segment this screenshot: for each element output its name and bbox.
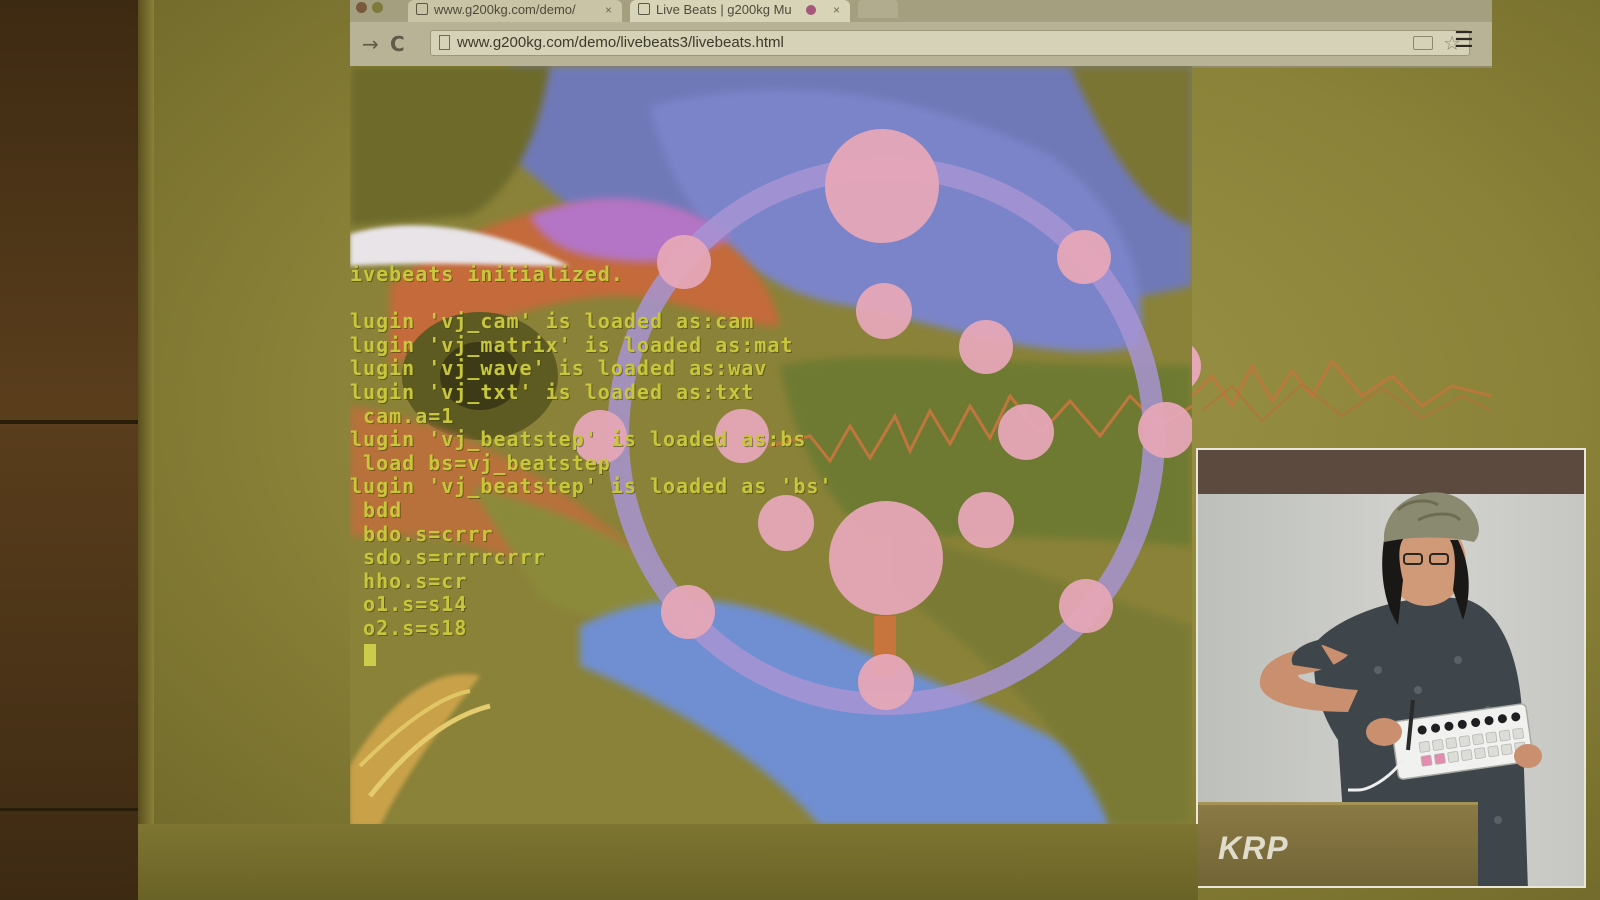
reload-icon[interactable]: C bbox=[390, 32, 405, 56]
tab-strip: www.g200kg.com/demo/ × Live Beats | g200… bbox=[350, 0, 1492, 22]
cast-icon[interactable] bbox=[1413, 36, 1433, 50]
controller-pad bbox=[1500, 743, 1513, 756]
speaker-camera-inset: KRP bbox=[1196, 448, 1586, 888]
screen-bottom bbox=[138, 824, 1198, 900]
console-line: lugin 'vj_matrix' is loaded as:mat bbox=[350, 332, 794, 357]
beat-circle bbox=[1138, 402, 1192, 458]
beat-circle bbox=[825, 129, 939, 243]
close-window-dot[interactable] bbox=[356, 2, 367, 13]
controller-pad bbox=[1418, 740, 1431, 753]
console-line: lugin 'vj_beatstep' is loaded as 'bs' bbox=[350, 474, 833, 499]
console-line: cam.a=1 bbox=[350, 403, 455, 428]
console-line: lugin 'vj_wave' is loaded as:wav bbox=[350, 356, 768, 381]
console-line: bdd bbox=[350, 498, 403, 522]
console-line: hho.s=cr bbox=[350, 568, 468, 593]
page-favicon-icon bbox=[416, 3, 428, 15]
controller-pad bbox=[1498, 729, 1511, 742]
console-line: bdo.s=crrr bbox=[350, 521, 494, 546]
controller-pad bbox=[1445, 737, 1458, 749]
console-cursor bbox=[364, 644, 376, 666]
page-icon bbox=[439, 35, 450, 50]
console-line: o2.s=s18 bbox=[350, 616, 468, 640]
tab-g200kg-demo[interactable]: www.g200kg.com/demo/ × bbox=[408, 0, 622, 22]
wall-seam-lower bbox=[0, 808, 140, 811]
tab-close-icon[interactable]: × bbox=[833, 0, 840, 20]
browser-window: www.g200kg.com/demo/ × Live Beats | g200… bbox=[350, 0, 1492, 68]
menu-icon[interactable]: ☰ bbox=[1454, 28, 1474, 53]
controller-pad bbox=[1512, 727, 1524, 740]
controller-pad bbox=[1458, 735, 1471, 748]
controller-pad bbox=[1472, 733, 1484, 746]
wall-scribble-visual bbox=[1192, 345, 1492, 423]
minimize-window-dot[interactable] bbox=[372, 2, 383, 13]
controller-pad bbox=[1420, 754, 1433, 767]
controller-pad bbox=[1487, 745, 1500, 758]
podium-logo: KRP bbox=[1218, 830, 1289, 866]
tab-label: Live Beats | g200kg Mu bbox=[656, 2, 792, 17]
projection-scene: www.g200kg.com/demo/ × Live Beats | g200… bbox=[0, 0, 1600, 900]
controller-pad bbox=[1474, 747, 1486, 760]
screen-edge-shadow bbox=[138, 0, 154, 900]
new-tab-button[interactable] bbox=[858, 0, 898, 18]
wooden-wall bbox=[0, 0, 140, 900]
browser-toolbar: → C www.g200kg.com/demo/livebeats3/liveb… bbox=[350, 24, 1492, 64]
console-line: o1.s=s14 bbox=[350, 592, 468, 617]
wall-seam bbox=[0, 420, 140, 424]
controller-pad bbox=[1485, 731, 1498, 744]
tab-close-icon[interactable]: × bbox=[605, 0, 612, 20]
controller-pad bbox=[1432, 739, 1444, 751]
controller-pad bbox=[1447, 751, 1460, 763]
console-line: ivebeats initialized. bbox=[350, 262, 624, 286]
address-bar[interactable]: www.g200kg.com/demo/livebeats3/livebeats… bbox=[430, 30, 1470, 56]
console-line: load bs=vj_beatstep bbox=[350, 450, 611, 475]
beat-circle bbox=[1057, 230, 1111, 284]
controller-pad bbox=[1460, 749, 1473, 761]
livebeats-console: ivebeats initialized. lugin 'vj_cam' is l… bbox=[350, 262, 990, 682]
console-line: sdo.s=rrrrcrrr bbox=[350, 545, 546, 570]
beat-circle bbox=[1059, 579, 1113, 633]
console-line: lugin 'vj_beatstep' is loaded as:bs bbox=[350, 427, 807, 452]
forward-arrow-icon[interactable]: → bbox=[362, 32, 379, 56]
tab-live-beats[interactable]: Live Beats | g200kg Mu × bbox=[630, 0, 850, 22]
controller-pad bbox=[1434, 752, 1446, 765]
tab-label: www.g200kg.com/demo/ bbox=[434, 2, 576, 17]
console-line: lugin 'vj_cam' is loaded as:cam bbox=[350, 309, 755, 334]
page-favicon-icon bbox=[638, 3, 650, 15]
recording-indicator-icon bbox=[806, 5, 816, 15]
console-line: lugin 'vj_txt' is loaded as:txt bbox=[350, 380, 755, 404]
address-url: www.g200kg.com/demo/livebeats3/livebeats… bbox=[457, 34, 784, 51]
beat-circle bbox=[998, 404, 1054, 460]
